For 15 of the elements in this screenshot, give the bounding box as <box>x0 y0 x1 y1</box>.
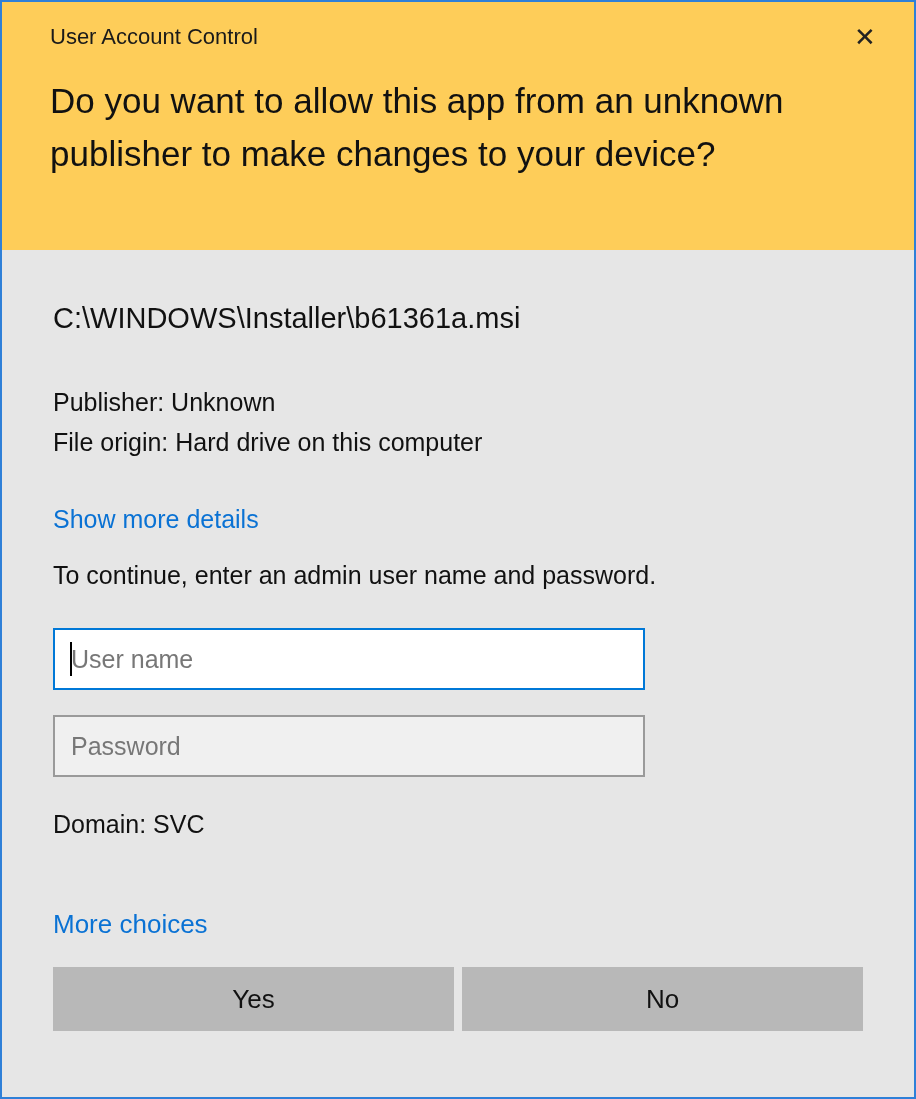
dialog-question: Do you want to allow this app from an unknown publisher to make changes to your device? <box>50 80 785 175</box>
show-more-details-link[interactable]: Show more details <box>53 502 259 536</box>
detail-text: Publisher: Unknown <box>53 387 276 418</box>
file-path: C:\WINDOWS\Installer\b61361a.msi <box>53 301 521 336</box>
input-field[interactable]: User name <box>53 628 645 690</box>
instruction-text: To continue, enter an admin user name and password. <box>53 560 657 591</box>
detail-text: File origin: Hard drive on this computer <box>53 427 483 458</box>
dialog-button[interactable]: No <box>462 967 863 1031</box>
input-field[interactable]: Password <box>53 715 645 777</box>
text-caret-icon <box>70 642 72 676</box>
more-choices-link[interactable]: More choices <box>53 907 208 941</box>
domain-text: Domain: SVC <box>53 809 205 840</box>
window-title: User Account Control <box>50 23 258 51</box>
close-button[interactable]: ✕ <box>850 22 880 52</box>
dialog-button[interactable]: Yes <box>53 967 454 1031</box>
